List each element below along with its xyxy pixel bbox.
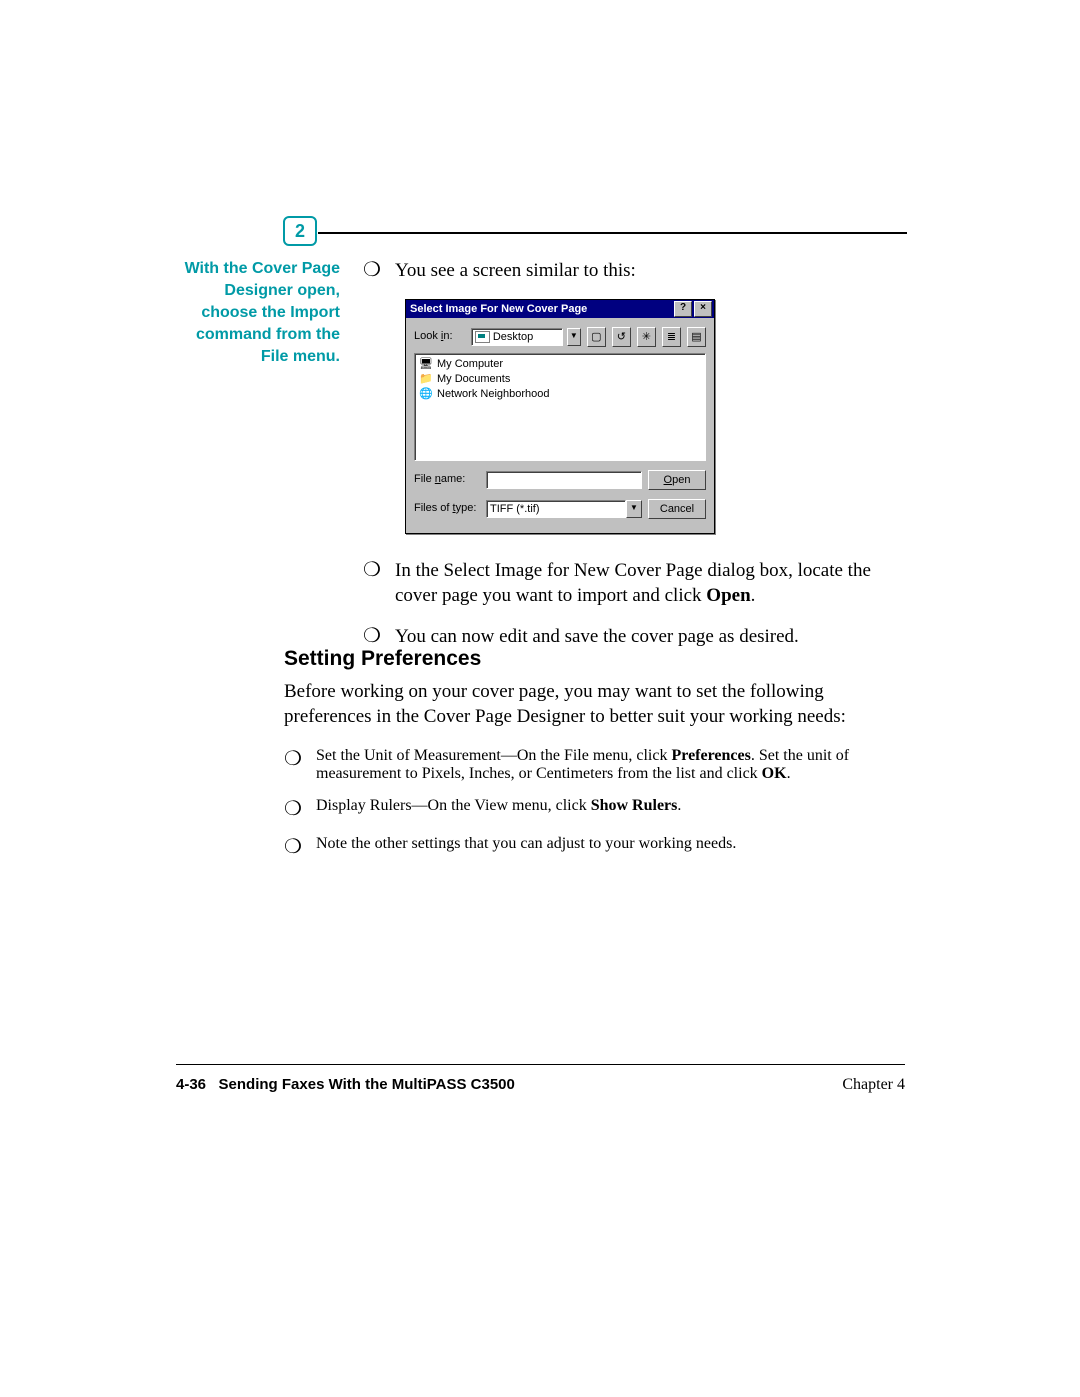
lookin-value: Desktop [493, 330, 533, 344]
filename-label: File name: [414, 467, 480, 492]
footer-section-title: Sending Faxes With the MultiPASS C3500 [219, 1076, 515, 1093]
footer-rule [176, 1064, 905, 1065]
help-icon[interactable]: ? [674, 301, 692, 317]
page-number: 4-36 [176, 1076, 206, 1093]
new-folder-icon[interactable]: ✳ [637, 327, 656, 347]
file-listbox[interactable]: 🖥 My Computer 📁 My Documents 🌐 Network N… [414, 353, 706, 461]
bullet-icon: ❍ [363, 624, 381, 649]
bullet-icon: ❍ [284, 835, 302, 859]
desktop-icon [475, 331, 490, 343]
step-badge: 2 [283, 216, 317, 246]
chevron-down-icon[interactable]: ▼ [626, 500, 642, 518]
bullet-item: ❍ You see a screen similar to this: [363, 258, 907, 283]
section-intro: Before working on your cover page, you m… [284, 679, 907, 729]
bullet-text: In the Select Image for New Cover Page d… [395, 558, 907, 608]
text-span: . [677, 797, 681, 814]
lbl-text: n: [443, 330, 452, 342]
page: 2 With the Cover Page Designer open, cho… [0, 0, 1080, 1397]
bold-term: OK [762, 765, 787, 782]
bold-term: Open [706, 585, 750, 606]
bullet-item: ❍ Note the other settings that you can a… [284, 835, 907, 859]
btn-text: pen [672, 474, 690, 486]
filetype-label: Files of type: [414, 496, 480, 521]
open-button[interactable]: Open [648, 470, 706, 490]
bold-term: Show Rulers [591, 797, 678, 814]
filetype-dropdown[interactable]: TIFF (*.tif) [486, 500, 626, 518]
second-section: Setting Preferences Before working on yo… [284, 647, 907, 873]
dialog-body: Look in: Desktop ▼ ▢ ↺ ✳ ≣ ▤ 🖥 [406, 318, 714, 533]
dialog-titlebar: Select Image For New Cover Page ? × [406, 300, 714, 318]
list-item-label: Network Neighborhood [437, 382, 550, 407]
text-span: Set the Unit of Measurement—On the File … [316, 747, 671, 764]
lookin-dropdown[interactable]: Desktop [471, 328, 563, 346]
section-heading: Setting Preferences [284, 647, 907, 671]
bullet-item: ❍ Set the Unit of Measurement—On the Fil… [284, 747, 907, 783]
network-icon: 🌐 [419, 382, 433, 407]
bullet-item: ❍ You can now edit and save the cover pa… [363, 624, 907, 649]
text-span: . [751, 585, 756, 606]
step-rule: 2 [283, 216, 907, 250]
list-item[interactable]: 🌐 Network Neighborhood [419, 387, 701, 402]
filetype-row: Files of type: TIFF (*.tif) ▼ Cancel [414, 496, 706, 521]
lbl-text: Files of [414, 502, 453, 514]
content-column: ❍ You see a screen similar to this: Sele… [363, 258, 907, 665]
btn-underline: O [664, 474, 673, 486]
text-span: . [787, 765, 791, 782]
close-icon[interactable]: × [694, 301, 712, 317]
page-footer: 4-36 Sending Faxes With the MultiPASS C3… [176, 1076, 905, 1094]
filename-input[interactable] [486, 471, 642, 489]
bold-term: Preferences [671, 747, 750, 764]
bullet-text: You can now edit and save the cover page… [395, 624, 907, 649]
horizontal-rule [318, 232, 907, 234]
bullet-icon: ❍ [284, 747, 302, 783]
bullet-icon: ❍ [363, 258, 381, 283]
footer-left: 4-36 Sending Faxes With the MultiPASS C3… [176, 1076, 515, 1094]
bullet-text: Display Rulers—On the View menu, click S… [316, 797, 907, 821]
bullet-text: You see a screen similar to this: [395, 258, 907, 283]
bullet-text: Note the other settings that you can adj… [316, 835, 907, 859]
bullet-text: Set the Unit of Measurement—On the File … [316, 747, 907, 783]
lbl-text: ype: [456, 502, 477, 514]
bullet-item: ❍ Display Rulers—On the View menu, click… [284, 797, 907, 821]
bullet-icon: ❍ [284, 797, 302, 821]
bullet-icon: ❍ [363, 558, 381, 608]
lookin-label: Look in: [414, 324, 467, 349]
footer-chapter: Chapter 4 [842, 1076, 905, 1094]
text-span: In the Select Image for New Cover Page d… [395, 560, 871, 606]
desktop-toolbar-icon[interactable]: ↺ [612, 327, 631, 347]
text-span: Display Rulers—On the View menu, click [316, 797, 591, 814]
dialog-title: Select Image For New Cover Page [410, 297, 672, 322]
lbl-text: ame: [441, 473, 465, 485]
cancel-button[interactable]: Cancel [648, 499, 706, 519]
lookin-row: Look in: Desktop ▼ ▢ ↺ ✳ ≣ ▤ [414, 324, 706, 349]
sidebar-instruction: With the Cover Page Designer open, choos… [176, 258, 340, 368]
bullet-item: ❍ In the Select Image for New Cover Page… [363, 558, 907, 608]
list-view-icon[interactable]: ≣ [662, 327, 681, 347]
filename-row: File name: Open [414, 467, 706, 492]
lbl-text: Look [414, 330, 441, 342]
lbl-text: File [414, 473, 435, 485]
up-one-level-icon[interactable]: ▢ [587, 327, 606, 347]
details-view-icon[interactable]: ▤ [687, 327, 706, 347]
chevron-down-icon[interactable]: ▼ [567, 328, 581, 346]
select-image-dialog: Select Image For New Cover Page ? × Look… [405, 299, 715, 534]
